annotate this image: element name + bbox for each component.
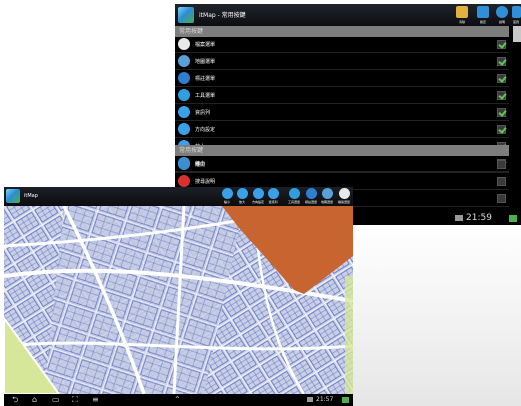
toolbar-button-zoom-in[interactable]: 放大 [235, 188, 249, 206]
setting-checkbox[interactable] [497, 74, 506, 83]
setting-checkbox[interactable] [497, 91, 506, 100]
setting-label: 檔案選單 [195, 42, 216, 48]
toolbar-button-map[interactable]: 地圖選單 [320, 188, 334, 206]
setting-row-compass[interactable]: 方向設定 [175, 121, 509, 138]
notification-icon [307, 397, 313, 402]
background-fade [352, 222, 521, 406]
map-icon [321, 188, 333, 199]
setting-row-map[interactable]: 地圖選單 [175, 53, 509, 70]
back-icon[interactable]: ⮌ [12, 396, 18, 404]
setting-label: 地圖選單 [195, 59, 216, 65]
setting-label: 工具選單 [195, 93, 216, 99]
toolbar-label: 縮小 [223, 200, 230, 204]
home-button[interactable]: 首頁 [511, 6, 521, 26]
home-icon[interactable]: ⌂ [32, 396, 37, 404]
setting-label: 搜尋說明 [195, 179, 216, 185]
app-logo-icon [6, 189, 20, 203]
toolbar-button-file[interactable]: 檔案選單 [337, 188, 351, 206]
info-icon [267, 188, 279, 199]
toolbar-button-info[interactable]: 資訊列 [266, 188, 280, 206]
battery-icon [509, 215, 517, 222]
compass-icon [252, 188, 264, 199]
map-view[interactable] [4, 205, 353, 395]
toolbar-label: 工具選單 [287, 200, 300, 204]
scrollbar[interactable] [513, 26, 521, 42]
help-icon [496, 6, 508, 18]
toolbar-button-tools[interactable]: 工具選單 [287, 188, 301, 206]
setting-label: 資訊列 [195, 110, 211, 116]
toolbar-label: 放大 [238, 200, 245, 204]
question-icon [178, 175, 190, 187]
setting-row-marker[interactable]: 標註選單 [175, 70, 509, 87]
toolbar-label: 地圖選單 [320, 200, 333, 204]
setting-row-file[interactable]: 檔案選單 [175, 36, 509, 53]
recent-apps-icon[interactable]: ▭ [52, 396, 60, 404]
toolbar-label: 檔案選單 [337, 200, 350, 204]
file-icon [338, 188, 350, 199]
settings-title: itMap - 常用按鍵 [199, 12, 246, 19]
toolbar-label: 資訊列 [268, 200, 278, 204]
menu-icon[interactable]: ≡ [92, 396, 99, 404]
setting-checkbox[interactable] [497, 194, 506, 203]
green-strip [345, 276, 353, 394]
toolbar-label: 標註選單 [304, 200, 317, 204]
file-icon [178, 38, 190, 50]
tools-icon [288, 188, 300, 199]
broom-icon [456, 6, 468, 18]
save-icon [477, 6, 489, 18]
navigation-bar: ⮌ ⌂ ▭ ⛶ ≡ ⌃ 21:57 [4, 394, 353, 406]
status-time: 21:59 [466, 213, 492, 223]
setting-checkbox[interactable] [497, 125, 506, 134]
toolbar-button-zoom-out[interactable]: 縮小 [220, 188, 234, 206]
help-button[interactable]: 說明 [493, 6, 511, 26]
setting-checkbox[interactable] [497, 40, 506, 49]
clear-button[interactable]: 清除 [453, 6, 471, 26]
confirm-button[interactable]: 確定 [474, 6, 492, 26]
map-title-bar: itMap 縮小 放大 方向設定 資訊列 工具選單 標註選單 地圖選單 檔案選單 [4, 187, 353, 206]
status-time: 21:57 [316, 396, 334, 403]
screenshot-icon[interactable]: ⛶ [72, 396, 78, 404]
section-header-other: 常用按鍵 [175, 145, 509, 156]
setting-label: 標註選單 [195, 76, 216, 82]
notification-icon [455, 215, 463, 221]
map-screen: itMap 縮小 放大 方向設定資訊列 工具選單標註選單地圖選單檔案選單 [4, 187, 353, 406]
setting-row-info[interactable]: 資訊列 [175, 104, 509, 121]
chevron-up-icon[interactable]: ⌃ [174, 396, 181, 404]
toolbar-button-compass[interactable]: 方向設定 [251, 188, 265, 206]
setting-label: 離開 [195, 162, 206, 168]
zoom-in-icon [236, 188, 248, 199]
setting-checkbox[interactable] [497, 160, 506, 169]
marker-icon [178, 72, 190, 84]
setting-checkbox[interactable] [497, 177, 506, 186]
map-icon [178, 55, 190, 67]
toolbar-button-marker[interactable]: 標註選單 [304, 188, 318, 206]
marker-icon [305, 188, 317, 199]
map-title: itMap [24, 193, 38, 199]
setting-row-exit[interactable]: 離開 [175, 156, 509, 173]
toolbar-label: 方向設定 [251, 200, 264, 204]
tools-icon [178, 89, 190, 101]
zoom-out-icon [221, 188, 233, 199]
battery-icon [342, 397, 349, 403]
setting-checkbox[interactable] [497, 57, 506, 66]
setting-checkbox[interactable] [497, 108, 506, 117]
settings-title-bar: itMap - 常用按鍵 清除 確定 說明 首頁 [175, 4, 521, 26]
home-icon [511, 6, 521, 18]
compass-icon [178, 123, 190, 135]
setting-label: 方向設定 [195, 127, 216, 133]
exit-icon [178, 158, 190, 170]
app-logo-icon [178, 7, 194, 23]
setting-row-tools[interactable]: 工具選單 [175, 87, 509, 104]
map-canvas[interactable] [4, 205, 353, 395]
info-icon [178, 106, 190, 118]
